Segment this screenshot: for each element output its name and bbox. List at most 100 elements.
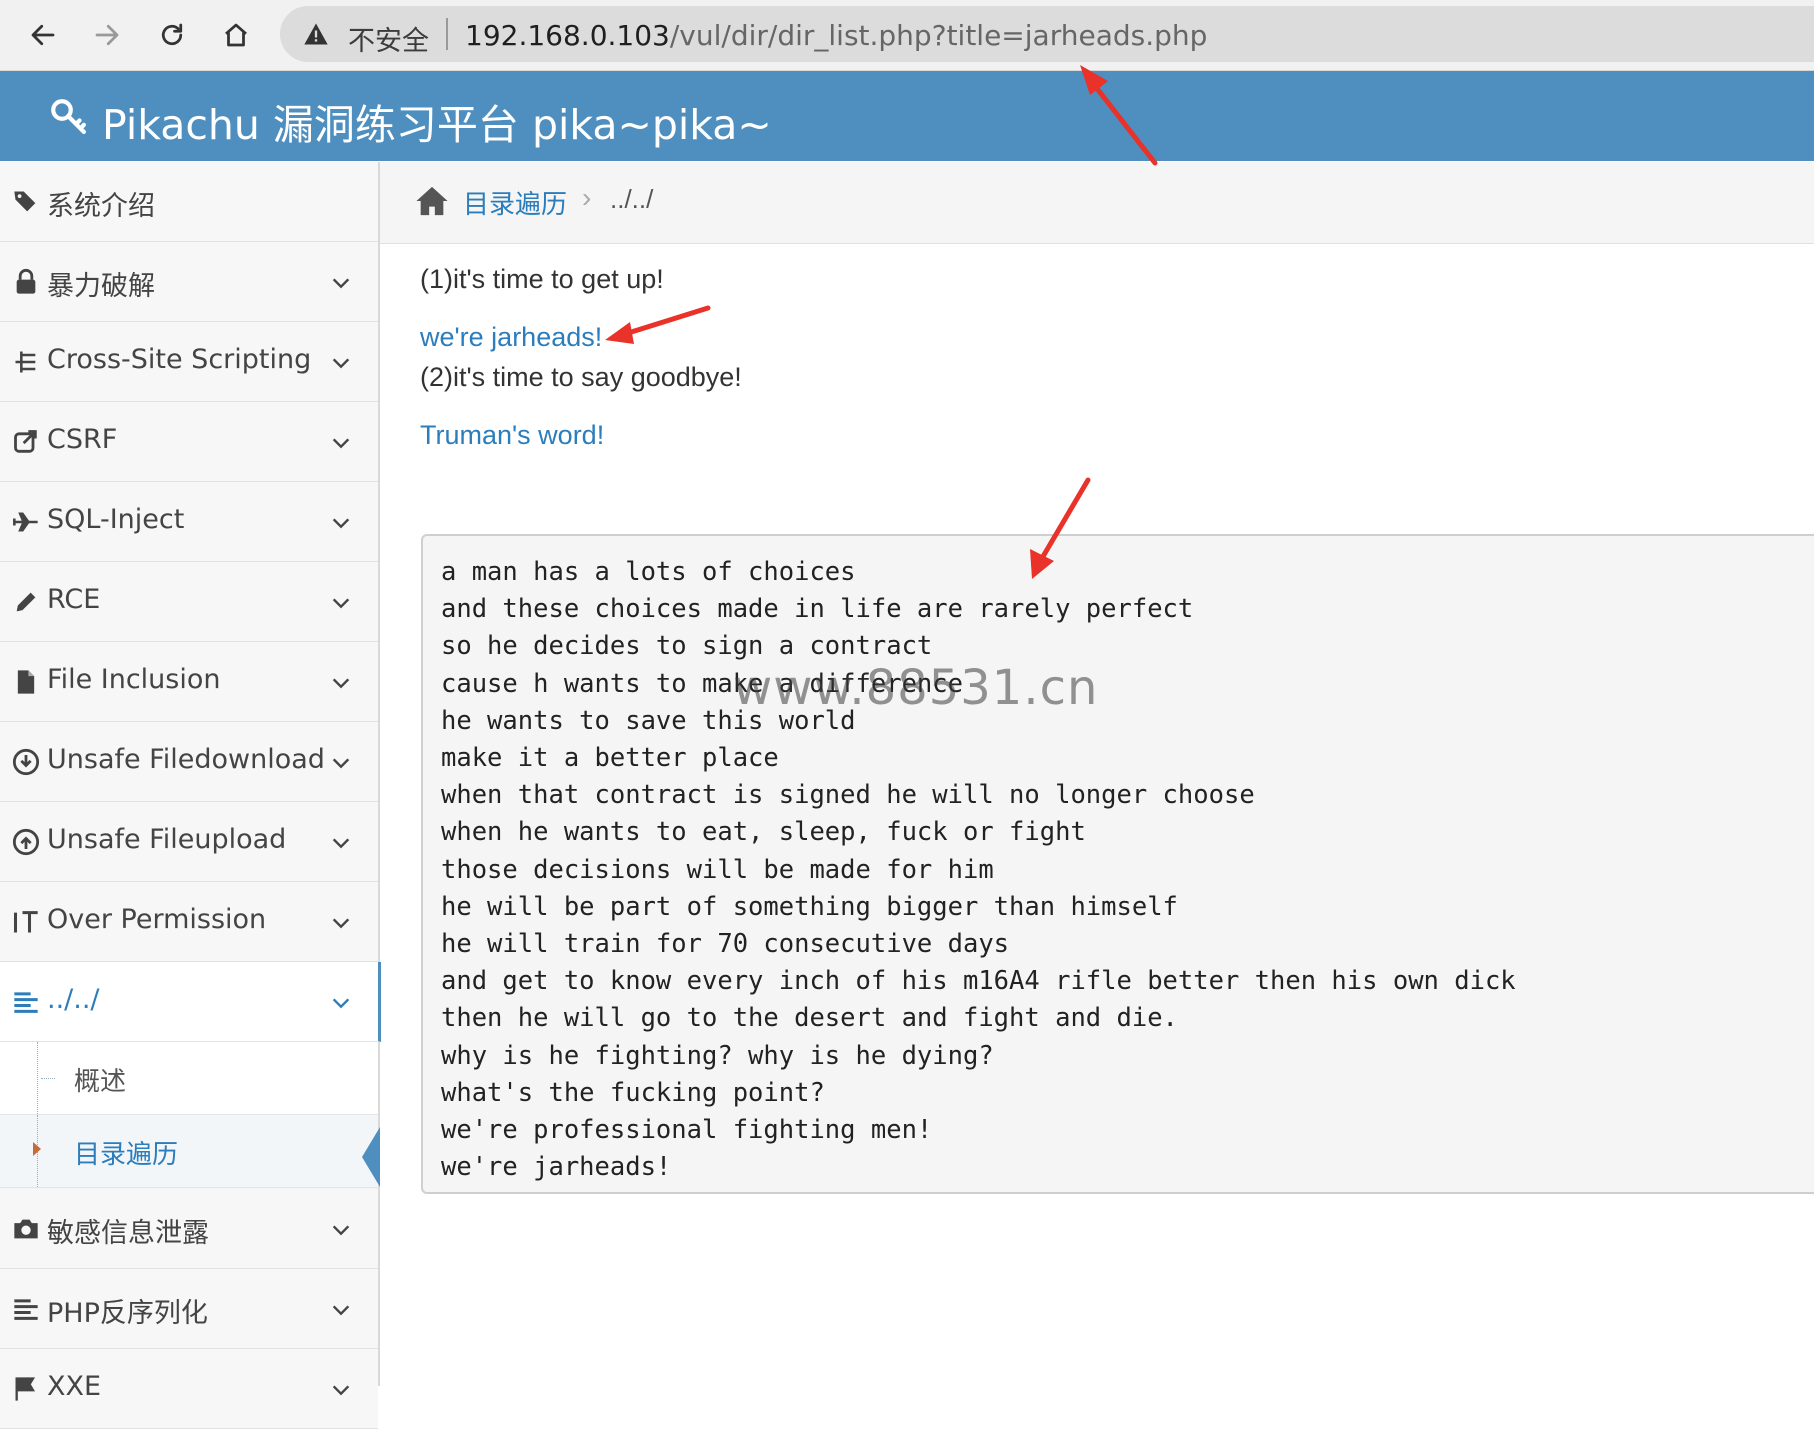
chevron-down-icon <box>332 998 350 1009</box>
poem-line: so he decides to sign a contract <box>441 631 933 662</box>
poem-line: make it a better place <box>441 743 779 774</box>
text-height-icon <box>13 911 38 933</box>
sidebar-item-intro[interactable]: 系统介绍 <box>0 162 378 242</box>
caret-right-icon <box>33 1142 41 1156</box>
camera-icon <box>14 1219 38 1239</box>
intro-line-2: (2)it's time to say goodbye! <box>420 362 742 392</box>
tree-branch <box>41 1078 55 1079</box>
poem-line: he wants to save this world <box>441 705 856 736</box>
jarheads-link[interactable]: we're jarheads! <box>420 322 602 353</box>
chevron-down-icon <box>332 1385 350 1396</box>
sidebar-item-csrf[interactable]: CSRF <box>0 402 378 482</box>
poem-line: cause h wants to make a difference <box>441 668 963 699</box>
tree-line <box>37 1042 38 1114</box>
address-bar[interactable]: 不安全 192.168.0.103/vul/dir/dir_list.php?t… <box>280 6 1814 62</box>
sidebar-item-dir-traversal[interactable]: ../../ <box>0 962 381 1042</box>
back-button[interactable] <box>20 12 66 58</box>
chevron-down-icon <box>332 678 350 689</box>
url-text[interactable]: 192.168.0.103/vul/dir/dir_list.php?title… <box>465 19 1207 52</box>
annotation-arrow-url <box>1080 65 1158 166</box>
sidebar-item-label: ../../ <box>47 984 100 1015</box>
reload-icon <box>161 23 183 46</box>
sidebar-item-label: Unsafe Fileupload <box>47 824 287 855</box>
home-button[interactable] <box>213 12 259 58</box>
poem-line: we're professional fighting men! <box>441 1115 933 1146</box>
intro-line-1: (1)it's time to get up! <box>420 264 664 294</box>
arrow-right-icon <box>95 24 119 46</box>
sidebar-item-unsafe-fileupload[interactable]: Unsafe Fileupload <box>0 802 378 882</box>
share-icon <box>14 430 37 453</box>
chevron-down-icon <box>332 518 350 529</box>
sidebar-item-label: 系统介绍 <box>47 191 155 222</box>
watermark: www.88531.cn <box>733 660 1099 716</box>
sidebar-item-xxe[interactable]: XXE <box>0 1349 378 1429</box>
app-title[interactable]: Pikachu 漏洞练习平台 pika~pika~ <box>102 91 772 151</box>
annotation-arrow-poem <box>1030 477 1091 579</box>
poem-line: and get to know every inch of his m16A4 … <box>441 966 1516 997</box>
sidebar-subitem-dir-list[interactable]: 目录遍历 <box>0 1115 380 1188</box>
tags-icon <box>14 191 36 212</box>
poem-block: a man has a lots of choices and these ch… <box>421 534 1814 1194</box>
sidebar-item-rce[interactable]: RCE <box>0 562 378 642</box>
chevron-down-icon <box>332 838 350 849</box>
browser-toolbar: 不安全 192.168.0.103/vul/dir/dir_list.php?t… <box>0 0 1814 71</box>
url-host: 192.168.0.103 <box>465 19 670 52</box>
reload-button[interactable] <box>149 12 195 58</box>
active-pointer <box>362 1127 380 1187</box>
url-path: /vul/dir/dir_list.php?title=jarheads.php <box>669 19 1208 52</box>
sidebar-item-unsafe-filedownload[interactable]: Unsafe Filedownload <box>0 722 378 802</box>
sidebar-item-xss[interactable]: Cross-Site Scripting <box>0 322 378 402</box>
sidebar-item-label: Unsafe Filedownload <box>47 744 325 775</box>
lock-icon <box>16 268 36 294</box>
breadcrumb-link[interactable]: 目录遍历 <box>463 184 567 221</box>
key-icon <box>51 99 86 134</box>
home-icon[interactable] <box>414 184 450 218</box>
poem-line: a man has a lots of choices <box>441 557 856 587</box>
sidebar-item-over-permission[interactable]: Over Permission <box>0 882 378 962</box>
chevron-down-icon <box>332 598 350 609</box>
annotation-arrow-link <box>605 305 711 344</box>
sidebar-subitem-label: 目录遍历 <box>74 1140 179 1170</box>
download-circle-icon <box>12 748 40 776</box>
chevron-down-icon <box>332 1225 350 1236</box>
poem-line: what's the fucking point? <box>441 1077 825 1108</box>
pencil-icon <box>16 592 36 612</box>
sidebar-subitem-overview[interactable]: 概述 <box>0 1042 378 1115</box>
upload-circle-icon <box>12 828 40 856</box>
sidebar-item-label: PHP反序列化 <box>47 1298 208 1329</box>
sidebar-item-brute-force[interactable]: 暴力破解 <box>0 242 378 322</box>
warning-icon[interactable] <box>302 20 330 48</box>
sidebar-item-label: XXE <box>47 1371 102 1402</box>
sidebar-item-label: Over Permission <box>47 904 267 935</box>
insecure-label[interactable]: 不安全 <box>348 19 429 58</box>
sidebar-item-label: Cross-Site Scripting <box>47 344 312 375</box>
sidebar: 系统介绍 暴力破解 Cross-Site Scripting CSRF SQL-… <box>0 162 381 1429</box>
main-content: (1)it's time to get up! we're jarheads! … <box>420 244 1814 1386</box>
app-header: Pikachu 漏洞练习平台 pika~pika~ <box>0 71 1814 161</box>
breadcrumb-separator: › <box>582 182 592 213</box>
forward-button[interactable] <box>84 12 130 58</box>
sidebar-item-label: RCE <box>47 584 101 615</box>
address-divider <box>446 18 448 50</box>
poem-line: he will be part of something bigger than… <box>441 891 1178 922</box>
chevron-down-icon <box>332 758 350 769</box>
truman-link[interactable]: Truman's word! <box>420 420 604 451</box>
chevron-down-icon <box>332 1305 350 1316</box>
chevron-down-icon <box>332 278 350 289</box>
list-tree-icon <box>15 351 36 373</box>
file-icon <box>17 670 35 694</box>
poem-line: when he wants to eat, sleep, fuck or fig… <box>441 817 1086 848</box>
sidebar-item-php-unserialize[interactable]: PHP反序列化 <box>0 1269 378 1349</box>
sidebar-item-file-inclusion[interactable]: File Inclusion <box>0 642 378 722</box>
poem-line: we're jarheads! <box>441 1152 672 1183</box>
poem-line: when that contract is signed he will no … <box>441 780 1255 811</box>
plane-icon <box>13 512 38 532</box>
sidebar-item-info-leak[interactable]: 敏感信息泄露 <box>0 1189 378 1269</box>
chevron-down-icon <box>332 358 350 369</box>
sidebar-item-sql-inject[interactable]: SQL-Inject <box>0 482 378 562</box>
sidebar-subitem-label: 概述 <box>74 1067 127 1097</box>
sidebar-item-label: SQL-Inject <box>47 504 185 535</box>
sidebar-item-label: 敏感信息泄露 <box>47 1218 209 1249</box>
sidebar-item-label: 暴力破解 <box>47 271 155 302</box>
chevron-down-icon <box>332 438 350 449</box>
